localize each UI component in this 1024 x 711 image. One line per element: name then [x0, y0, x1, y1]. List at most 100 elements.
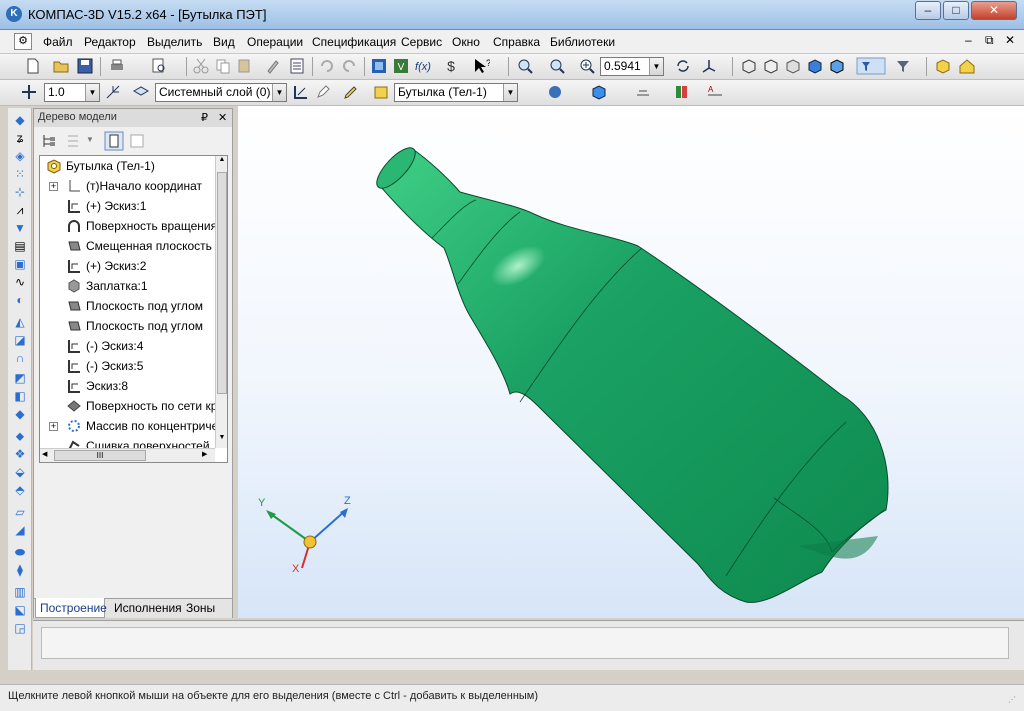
new-file-icon[interactable]: [24, 57, 42, 75]
grid-snap-icon[interactable]: [20, 83, 38, 101]
menu-help[interactable]: Справка: [493, 35, 540, 49]
tree-item[interactable]: + Массив по концентрической сетке: [40, 416, 215, 436]
tree-item[interactable]: (+) Эскиз:2: [40, 256, 215, 276]
expand-plus-icon[interactable]: +: [49, 182, 58, 191]
property-field[interactable]: [41, 627, 1009, 659]
tree-vertical-scrollbar[interactable]: ▲ ▼: [215, 156, 227, 448]
bottle-model[interactable]: [371, 142, 889, 603]
tree-item[interactable]: Эскиз:8: [40, 376, 215, 396]
plane-tool-icon[interactable]: ▱: [11, 504, 29, 521]
points-icon[interactable]: ⊹: [11, 184, 29, 201]
copy-icon[interactable]: [214, 57, 232, 75]
model-canvas[interactable]: Y Z X: [238, 106, 1024, 618]
menu-operations[interactable]: Операции: [247, 35, 303, 49]
surface-tool-icon[interactable]: ◭: [11, 314, 29, 331]
frame-icon[interactable]: ▣: [11, 256, 29, 273]
selection-filter-icon[interactable]: [856, 57, 886, 75]
properties-icon[interactable]: [288, 57, 306, 75]
patch-tool-icon[interactable]: ◆: [11, 406, 29, 423]
snap-icon[interactable]: [104, 83, 122, 101]
chevron-down-icon[interactable]: ▼: [86, 135, 94, 144]
print-icon[interactable]: [108, 57, 126, 75]
open-folder-icon[interactable]: [52, 57, 70, 75]
tree-structure-icon[interactable]: [40, 132, 58, 150]
orientation-icon[interactable]: [700, 57, 718, 75]
tree-item[interactable]: (+) Эскиз:1: [40, 196, 215, 216]
tab-versions[interactable]: Исполнения: [114, 601, 182, 615]
scroll-left-icon[interactable]: ◀: [42, 450, 47, 458]
kompas-logo-icon[interactable]: K: [6, 6, 22, 22]
scroll-up-icon[interactable]: ▲: [217, 156, 227, 168]
expand-plus-icon[interactable]: +: [49, 422, 58, 431]
loft-icon[interactable]: ◪: [11, 332, 29, 349]
tree-item[interactable]: + (т)Начало координат: [40, 176, 215, 196]
ellipsoid-icon[interactable]: ⬬: [11, 544, 29, 561]
home-icon[interactable]: [958, 57, 976, 75]
tree-item[interactable]: Плоскость под углом: [40, 296, 215, 316]
tree-split-icon[interactable]: [128, 132, 146, 150]
scroll-down-icon[interactable]: ▼: [217, 434, 227, 446]
revolve-tool-icon[interactable]: ∩: [11, 350, 29, 367]
resize-grip-icon[interactable]: ⋰: [1008, 695, 1020, 707]
menu-view[interactable]: Вид: [213, 35, 235, 49]
tree-horizontal-scrollbar[interactable]: ◀ III ▶: [40, 448, 215, 462]
menu-file[interactable]: Файл: [43, 35, 73, 49]
model-viewport[interactable]: Y Z X: [238, 106, 1024, 618]
tree-item[interactable]: (-) Эскиз:5: [40, 356, 215, 376]
material-icon[interactable]: [546, 83, 564, 101]
tree-item[interactable]: Смещенная плоскость: [40, 236, 215, 256]
spring-icon[interactable]: ʑ: [11, 130, 29, 147]
shaded-edges-icon[interactable]: [828, 57, 846, 75]
bottle-surface[interactable]: [379, 149, 889, 603]
mirror-icon[interactable]: ⬙: [11, 464, 29, 481]
redo-icon[interactable]: [340, 57, 358, 75]
maximize-button[interactable]: □: [943, 1, 969, 20]
tree-item[interactable]: Заплатка:1: [40, 276, 215, 296]
shaded-icon[interactable]: [806, 57, 824, 75]
tree-view-mode-icon[interactable]: [104, 131, 124, 151]
chevron-down-icon[interactable]: ▼: [85, 84, 99, 101]
scroll-thumb[interactable]: [217, 172, 227, 394]
color-icon[interactable]: [590, 83, 608, 101]
wireframe-icon[interactable]: [740, 57, 758, 75]
panel-close-button[interactable]: ✕: [218, 111, 227, 124]
measure-tool-icon[interactable]: ∿: [11, 274, 29, 291]
sketch-mode-icon[interactable]: [292, 83, 310, 101]
spec-icon[interactable]: ⬕: [11, 602, 29, 619]
libraries-icon[interactable]: [674, 83, 692, 101]
minimize-button[interactable]: –: [915, 1, 941, 20]
box-icon[interactable]: [934, 57, 952, 75]
shell-icon[interactable]: ◧: [11, 388, 29, 405]
cut-icon[interactable]: [192, 57, 210, 75]
mcc-icon[interactable]: [634, 83, 652, 101]
tab-zones[interactable]: Зоны: [186, 601, 215, 615]
tree-item[interactable]: Поверхность по сети кривых: [40, 396, 215, 416]
document-icon[interactable]: ⚙: [14, 33, 32, 50]
pin-button[interactable]: ₽: [201, 111, 208, 124]
menu-specification[interactable]: Спецификация: [312, 35, 396, 49]
menu-service[interactable]: Сервис: [401, 35, 442, 49]
rotate-icon[interactable]: [674, 57, 692, 75]
dots-icon[interactable]: ⁙: [11, 166, 29, 183]
stitch-tool-icon[interactable]: ⧫: [11, 562, 29, 579]
tree-sort-icon[interactable]: [64, 132, 82, 150]
edit-sketch-icon[interactable]: [314, 83, 332, 101]
layers-icon[interactable]: [132, 83, 150, 101]
paste-icon[interactable]: [236, 57, 254, 75]
body-combo[interactable]: Бутылка (Тел-1) ▼: [394, 83, 518, 102]
tree-item[interactable]: Поверхность вращения: [40, 216, 215, 236]
chevron-down-icon[interactable]: ▼: [272, 84, 286, 101]
scroll-right-icon[interactable]: ▶: [202, 450, 207, 458]
tree-item[interactable]: (-) Эскиз:4: [40, 336, 215, 356]
arc-icon[interactable]: ◐: [11, 292, 29, 309]
funnel-icon[interactable]: ▼: [11, 220, 29, 237]
extrude-icon[interactable]: ◆: [11, 112, 29, 129]
zoom-window-icon[interactable]: [516, 57, 534, 75]
split-icon[interactable]: ⬘: [11, 482, 29, 499]
chevron-down-icon[interactable]: ▼: [649, 58, 663, 75]
edit-op-icon[interactable]: ◈: [11, 148, 29, 165]
axis-icon[interactable]: ◢: [11, 522, 29, 539]
doc-restore-button[interactable]: ⧉: [985, 33, 994, 48]
sweep-icon[interactable]: ◩: [11, 370, 29, 387]
blend-icon[interactable]: ⬥: [11, 428, 29, 445]
